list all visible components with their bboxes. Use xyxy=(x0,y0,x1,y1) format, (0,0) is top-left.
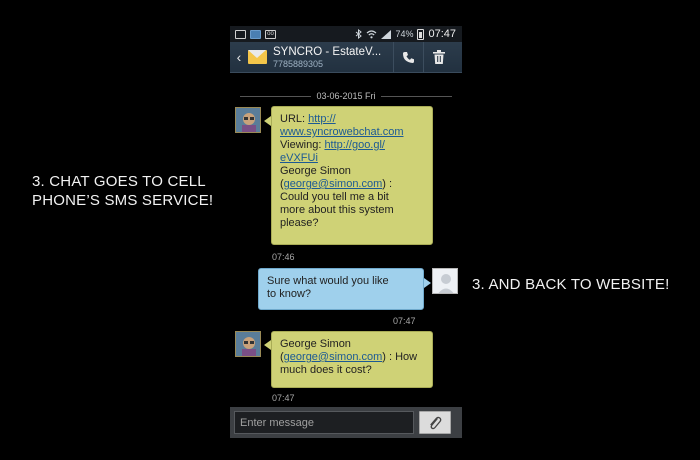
conversation-date: 03-06-2015 Fri xyxy=(316,91,376,101)
date-separator: 03-06-2015 Fri xyxy=(230,90,462,102)
signal-icon xyxy=(381,29,392,39)
message-time: 07:47 xyxy=(393,316,416,326)
viewing-link-continued[interactable]: eVXFUi xyxy=(280,152,318,164)
email-link[interactable]: george@simon.com xyxy=(284,351,383,363)
app-icon xyxy=(250,29,261,39)
message-text: much does it cost? xyxy=(280,364,372,376)
message-input[interactable] xyxy=(234,411,414,434)
sender-name: George Simon xyxy=(280,165,351,177)
message-bubble-incoming[interactable]: URL: http:// www.syncrowebchat.com Viewi… xyxy=(271,106,433,245)
message-text: more about this system xyxy=(280,204,394,216)
bluetooth-icon xyxy=(356,29,363,39)
phone-icon xyxy=(403,51,414,63)
delete-button[interactable] xyxy=(423,41,453,73)
picture-icon xyxy=(235,29,246,39)
caption-back-to-website: 3. AND BACK TO WEBSITE! xyxy=(472,276,670,293)
voicemail-icon: oo xyxy=(265,29,276,39)
contact-name: SYNCRO - EstateV... xyxy=(273,45,382,58)
message-bubble-outgoing[interactable]: Sure what would you like to know? xyxy=(258,268,424,310)
wifi-icon xyxy=(367,29,377,38)
message-composer xyxy=(230,407,462,438)
status-bar: oo 74% 07:47 xyxy=(230,26,462,42)
url-link-continued[interactable]: www.syncrowebchat.com xyxy=(280,126,404,138)
attach-button[interactable] xyxy=(419,411,451,434)
email-link[interactable]: george@simon.com xyxy=(284,178,383,190)
contact-avatar[interactable] xyxy=(235,107,261,133)
battery-icon xyxy=(417,28,425,40)
url-link[interactable]: http:// xyxy=(308,113,336,125)
sender-name: George Simon xyxy=(280,338,351,350)
back-arrow-icon[interactable]: ‹ xyxy=(232,49,246,65)
status-clock: 07:47 xyxy=(428,28,456,40)
trash-icon xyxy=(432,50,445,64)
conversation-header: ‹ SYNCRO - EstateV... 7785889305 xyxy=(230,41,462,73)
message-time: 07:47 xyxy=(272,393,295,403)
call-button[interactable] xyxy=(393,41,423,73)
message-time: 07:46 xyxy=(272,252,295,262)
paperclip-icon xyxy=(430,416,442,429)
phone-screen: oo 74% 07:47 ‹ SYNCRO - EstateV... 77858… xyxy=(230,26,462,438)
viewing-link[interactable]: http://goo.gl/ xyxy=(324,139,385,151)
envelope-icon xyxy=(248,50,267,64)
message-text: Could you tell me a bit xyxy=(280,191,389,203)
message-bubble-incoming[interactable]: George Simon (george@simon.com) : How mu… xyxy=(271,331,433,388)
contact-avatar[interactable] xyxy=(235,331,261,357)
message-text: please? xyxy=(280,217,319,229)
contact-info[interactable]: SYNCRO - EstateV... 7785889305 xyxy=(273,46,393,69)
caption-chat-to-sms: 3. CHAT GOES TO CELL PHONE’S SMS SERVICE… xyxy=(32,173,214,209)
contact-number: 7785889305 xyxy=(273,58,324,69)
user-avatar[interactable] xyxy=(432,268,458,294)
battery-percent: 74% xyxy=(395,29,414,39)
